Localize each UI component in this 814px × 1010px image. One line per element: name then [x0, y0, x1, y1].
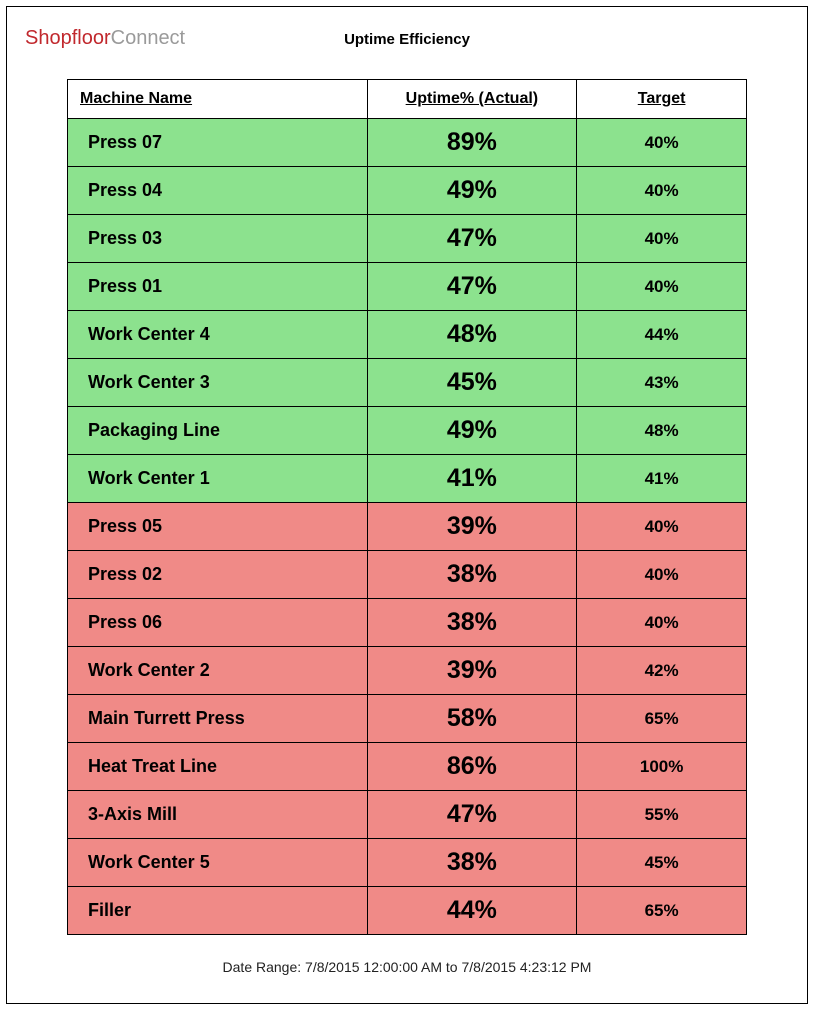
- cell-machine: Work Center 4: [68, 311, 368, 359]
- logo: ShopfloorConnect: [25, 27, 185, 50]
- cell-target: 40%: [577, 119, 747, 167]
- cell-target: 65%: [577, 695, 747, 743]
- cell-actual: 49%: [367, 167, 577, 215]
- cell-machine: Heat Treat Line: [68, 743, 368, 791]
- cell-actual: 38%: [367, 839, 577, 887]
- cell-actual: 86%: [367, 743, 577, 791]
- cell-actual: 38%: [367, 599, 577, 647]
- cell-machine: Press 01: [68, 263, 368, 311]
- cell-machine: Press 07: [68, 119, 368, 167]
- logo-part-2: Connect: [111, 27, 186, 49]
- cell-target: 65%: [577, 887, 747, 935]
- table-row: Press 0147%40%: [68, 263, 747, 311]
- cell-machine: Work Center 5: [68, 839, 368, 887]
- table-row: Work Center 141%41%: [68, 455, 747, 503]
- col-header-actual: Uptime% (Actual): [367, 80, 577, 119]
- date-range-footer: Date Range: 7/8/2015 12:00:00 AM to 7/8/…: [37, 959, 777, 975]
- table-row: Press 0638%40%: [68, 599, 747, 647]
- cell-actual: 47%: [367, 215, 577, 263]
- table-row: Filler44%65%: [68, 887, 747, 935]
- cell-actual: 39%: [367, 503, 577, 551]
- table-row: Press 0789%40%: [68, 119, 747, 167]
- cell-machine: Press 05: [68, 503, 368, 551]
- cell-target: 44%: [577, 311, 747, 359]
- cell-machine: Filler: [68, 887, 368, 935]
- cell-actual: 58%: [367, 695, 577, 743]
- table-row: Heat Treat Line86%100%: [68, 743, 747, 791]
- table-row: Work Center 239%42%: [68, 647, 747, 695]
- table-row: Work Center 448%44%: [68, 311, 747, 359]
- cell-machine: Work Center 2: [68, 647, 368, 695]
- cell-actual: 41%: [367, 455, 577, 503]
- report-page: ShopfloorConnect Uptime Efficiency Machi…: [6, 6, 808, 1004]
- cell-machine: Packaging Line: [68, 407, 368, 455]
- cell-target: 40%: [577, 599, 747, 647]
- cell-actual: 49%: [367, 407, 577, 455]
- cell-target: 48%: [577, 407, 747, 455]
- table-row: Press 0238%40%: [68, 551, 747, 599]
- cell-actual: 45%: [367, 359, 577, 407]
- cell-target: 40%: [577, 167, 747, 215]
- table-row: 3-Axis Mill47%55%: [68, 791, 747, 839]
- cell-target: 40%: [577, 215, 747, 263]
- logo-part-1: Shopfloor: [25, 27, 111, 49]
- cell-target: 40%: [577, 263, 747, 311]
- cell-machine: Work Center 3: [68, 359, 368, 407]
- table-row: Packaging Line49%48%: [68, 407, 747, 455]
- cell-machine: Press 02: [68, 551, 368, 599]
- report-header: ShopfloorConnect Uptime Efficiency: [37, 29, 777, 69]
- cell-machine: Press 04: [68, 167, 368, 215]
- cell-actual: 48%: [367, 311, 577, 359]
- table-row: Work Center 345%43%: [68, 359, 747, 407]
- table-header-row: Machine Name Uptime% (Actual) Target: [68, 80, 747, 119]
- cell-actual: 44%: [367, 887, 577, 935]
- col-header-target: Target: [577, 80, 747, 119]
- cell-actual: 38%: [367, 551, 577, 599]
- table-row: Press 0449%40%: [68, 167, 747, 215]
- cell-target: 41%: [577, 455, 747, 503]
- cell-actual: 47%: [367, 791, 577, 839]
- cell-actual: 89%: [367, 119, 577, 167]
- table-body: Press 0789%40%Press 0449%40%Press 0347%4…: [68, 119, 747, 935]
- cell-target: 40%: [577, 551, 747, 599]
- table-row: Press 0347%40%: [68, 215, 747, 263]
- cell-actual: 39%: [367, 647, 577, 695]
- cell-machine: Main Turrett Press: [68, 695, 368, 743]
- cell-target: 42%: [577, 647, 747, 695]
- report-title: Uptime Efficiency: [344, 31, 470, 48]
- cell-target: 55%: [577, 791, 747, 839]
- cell-machine: Press 06: [68, 599, 368, 647]
- cell-machine: 3-Axis Mill: [68, 791, 368, 839]
- cell-target: 100%: [577, 743, 747, 791]
- cell-target: 45%: [577, 839, 747, 887]
- table-row: Press 0539%40%: [68, 503, 747, 551]
- cell-target: 40%: [577, 503, 747, 551]
- col-header-machine: Machine Name: [68, 80, 368, 119]
- table-row: Main Turrett Press58%65%: [68, 695, 747, 743]
- cell-actual: 47%: [367, 263, 577, 311]
- uptime-table: Machine Name Uptime% (Actual) Target Pre…: [67, 79, 747, 935]
- table-row: Work Center 538%45%: [68, 839, 747, 887]
- cell-machine: Press 03: [68, 215, 368, 263]
- cell-machine: Work Center 1: [68, 455, 368, 503]
- cell-target: 43%: [577, 359, 747, 407]
